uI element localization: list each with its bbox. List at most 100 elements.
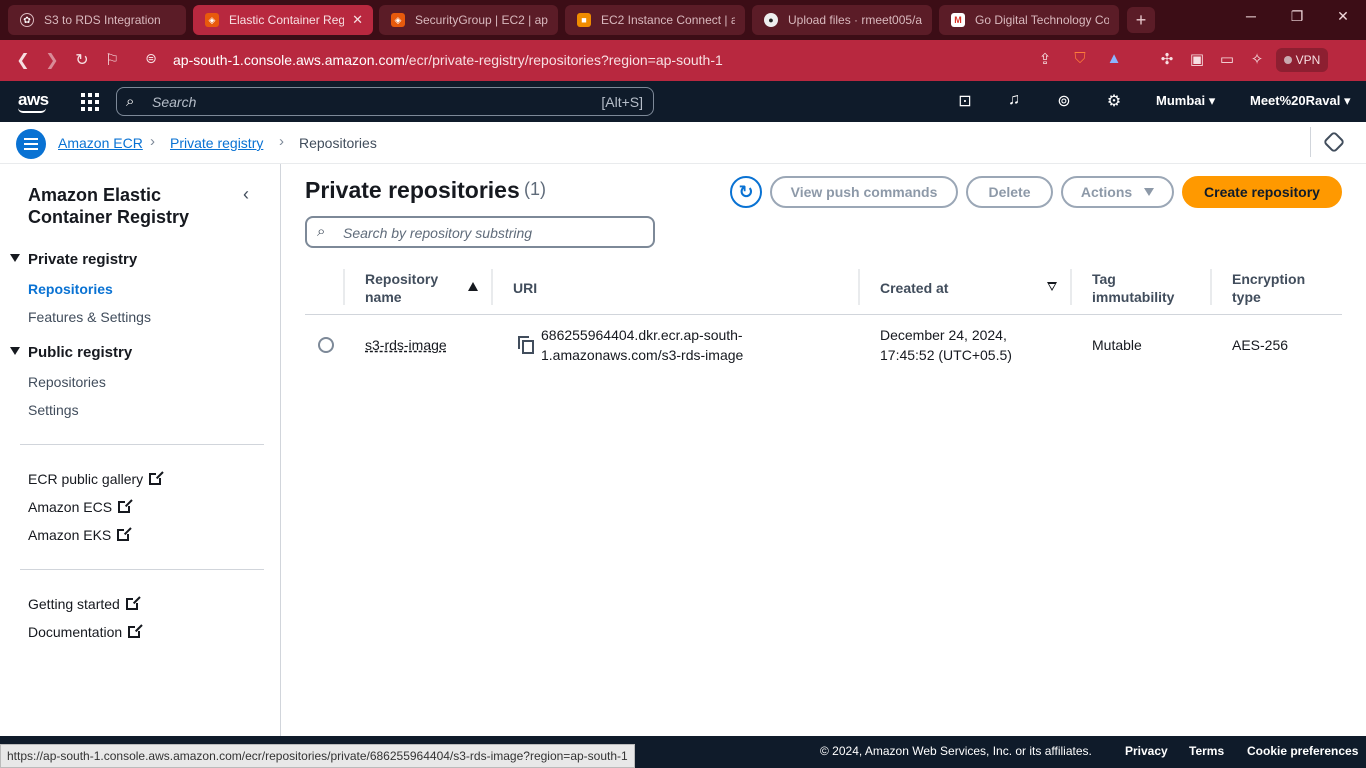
search-icon: ⌕ [126,93,135,110]
aws-cube-icon: ■ [577,13,591,27]
close-window-icon[interactable]: ✕ [1331,8,1355,25]
side-navigation: Amazon Elastic Container Registry ‹ Priv… [0,164,281,736]
browser-tab[interactable]: ◈ SecurityGroup | EC2 | ap- [379,5,558,35]
account-menu[interactable]: Meet%20Raval ▾ [1250,93,1350,109]
copyright-text: © 2024, Amazon Web Services, Inc. or its… [820,744,1092,758]
chevron-right-icon: › [279,133,284,150]
cloudshell-icon[interactable]: ⊡ [954,91,976,111]
aws-logo[interactable]: aws [18,90,49,110]
page-title: Private repositories [305,177,520,203]
sidebar-item-features-settings[interactable]: Features & Settings [28,309,151,325]
services-grid-icon[interactable] [81,93,99,111]
breadcrumb-bar: Amazon ECR › Private registry › Reposito… [0,122,1366,164]
footer-link-privacy[interactable]: Privacy [1125,744,1168,758]
settings-gear-icon[interactable]: ⚙ [1103,91,1125,111]
repository-name-link[interactable]: s3-rds-image [365,335,447,355]
bookmark-icon[interactable]: ⚐ [102,50,122,70]
copy-icon[interactable] [518,336,534,354]
encryption-type-value: AES-256 [1232,337,1289,353]
browser-tab[interactable]: ■ EC2 Instance Connect | ap [565,5,745,35]
sidebar-item-public-repositories[interactable]: Repositories [28,374,106,390]
create-repository-button[interactable]: Create repository [1182,176,1342,208]
column-header-repository-name[interactable]: Repository name [365,270,455,306]
actions-dropdown-button[interactable]: Actions [1061,176,1174,208]
row-select-radio[interactable] [318,337,334,353]
footer-link-cookie-preferences[interactable]: Cookie preferences [1247,744,1358,758]
column-divider [491,269,493,305]
refresh-button[interactable]: ↻ [730,176,762,208]
browser-tab[interactable]: ● Upload files · rmeet005/a [752,5,932,35]
footer-link-terms[interactable]: Terms [1189,744,1224,758]
section-private-registry[interactable]: Private registry [10,251,137,268]
browser-tab-active[interactable]: ◈ Elastic Container Reg ✕ [193,5,373,35]
view-push-commands-button[interactable]: View push commands [770,176,958,208]
browser-tab[interactable]: ✿ S3 to RDS Integration [8,5,186,35]
external-link-icon [128,625,142,638]
created-at-line1: December 24, 2024, [880,327,1007,343]
region-selector[interactable]: Mumbai ▾ [1156,93,1215,109]
link-documentation[interactable]: Documentation [28,624,142,640]
gmail-icon: M [951,13,965,27]
browser-status-url: https://ap-south-1.console.aws.amazon.co… [0,744,635,768]
collapse-chevron-icon[interactable]: ‹ [243,184,249,205]
site-settings-icon[interactable]: ⊜ [141,50,161,67]
refresh-icon: ↻ [738,181,754,202]
caret-down-icon [10,347,20,355]
link-amazon-eks[interactable]: Amazon EKS [28,527,131,543]
column-divider [1070,269,1072,305]
brave-rewards-icon[interactable]: ▲ [1103,50,1125,67]
delete-button[interactable]: Delete [966,176,1053,208]
divider [20,569,264,570]
wallet-icon[interactable]: ▭ [1216,50,1238,68]
table-header-border [305,314,1342,315]
vpn-button[interactable]: VPN [1276,48,1328,72]
repository-search-input[interactable]: ⌕ Search by repository substring [305,216,655,248]
column-header-uri[interactable]: URI [513,279,537,297]
sort-descending-icon[interactable] [1047,282,1057,291]
sidebar-icon[interactable]: ▣ [1186,50,1208,68]
restore-icon[interactable]: ❐ [1285,8,1309,25]
caret-down-icon [1144,188,1155,196]
breadcrumb-repositories: Repositories [299,135,377,151]
url-field[interactable]: ap-south-1.console.aws.amazon.com/ecr/pr… [173,52,723,68]
column-divider [858,269,860,305]
brave-shield-icon[interactable]: ⛉ [1069,50,1091,67]
link-amazon-ecs[interactable]: Amazon ECS [28,499,132,515]
caret-down-icon [10,254,20,262]
leo-ai-icon[interactable]: ✧ [1246,50,1268,68]
sort-ascending-icon[interactable] [468,282,478,291]
column-header-tag-immutability[interactable]: Tag immutability [1092,270,1192,306]
browser-tab-bar: ✿ S3 to RDS Integration ◈ Elastic Contai… [0,0,1366,40]
browser-address-bar: ❮ ❯ ↻ ⚐ ⊜ ap-south-1.console.aws.amazon.… [0,40,1366,81]
breadcrumb-amazon-ecr[interactable]: Amazon ECR [58,135,143,151]
notifications-bell-icon[interactable]: ♫ [1003,91,1025,109]
hamburger-menu-button[interactable] [16,129,46,159]
breadcrumb-private-registry[interactable]: Private registry [170,135,263,151]
reload-icon[interactable]: ↻ [72,50,92,70]
aws-search-input[interactable]: ⌕ Search [Alt+S] [116,87,654,116]
extensions-icon[interactable]: ✣ [1156,50,1178,68]
column-divider [1210,269,1212,305]
aws-smile-icon [18,108,46,113]
divider [1310,127,1311,157]
repository-uri-line1: 686255964404.dkr.ecr.ap-south- [541,327,743,343]
link-ecr-public-gallery[interactable]: ECR public gallery [28,471,163,487]
info-panel-icon[interactable] [1322,130,1346,154]
minimize-icon[interactable]: ─ [1239,8,1263,24]
new-tab-button[interactable]: + [1127,7,1155,33]
external-link-icon [117,528,131,541]
help-icon[interactable]: ⊚ [1053,91,1075,111]
column-header-created-at[interactable]: Created at [880,279,948,297]
column-header-encryption-type[interactable]: Encryption type [1232,270,1332,306]
back-icon[interactable]: ❮ [13,50,33,70]
sidebar-item-public-settings[interactable]: Settings [28,402,79,418]
close-icon[interactable]: ✕ [352,12,363,28]
forward-icon[interactable]: ❯ [42,50,62,70]
aws-ecr-icon: ◈ [205,13,219,27]
column-divider [343,269,345,305]
link-getting-started[interactable]: Getting started [28,596,139,612]
browser-tab[interactable]: M Go Digital Technology Co [939,5,1119,35]
sidebar-item-repositories[interactable]: Repositories [28,281,113,297]
share-icon[interactable]: ⇪ [1034,50,1056,68]
section-public-registry[interactable]: Public registry [10,344,132,361]
